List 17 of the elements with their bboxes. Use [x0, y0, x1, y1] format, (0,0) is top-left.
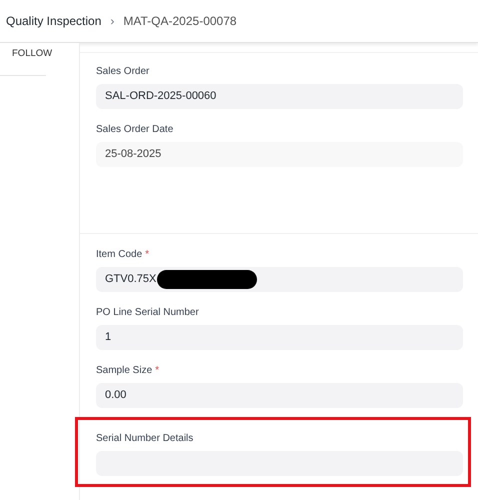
- required-mark: *: [155, 365, 160, 376]
- field-label: Sample Size: [96, 364, 152, 378]
- follow-link[interactable]: FOLLOW: [0, 43, 79, 62]
- input-field[interactable]: 1: [96, 325, 463, 350]
- input-field[interactable]: 25-08-2025: [96, 142, 463, 167]
- field-label: Item Code: [96, 248, 142, 262]
- field-label: PO Line Serial Number: [96, 306, 199, 320]
- input-field[interactable]: 0.00: [96, 383, 463, 408]
- field-label: Sales Order Date: [96, 123, 174, 137]
- input-field[interactable]: SAL-ORD-2025-00060: [96, 84, 463, 109]
- required-mark: *: [145, 249, 150, 260]
- breadcrumb-separator: ›: [110, 13, 114, 30]
- field-label: Sales Order: [96, 65, 150, 79]
- field-label: Serial Number Details: [96, 432, 194, 446]
- input-field[interactable]: GTV0.75X: [96, 267, 463, 292]
- breadcrumb-link[interactable]: Quality Inspection: [6, 12, 102, 30]
- page-title: MAT-QA-2025-00078: [123, 13, 237, 30]
